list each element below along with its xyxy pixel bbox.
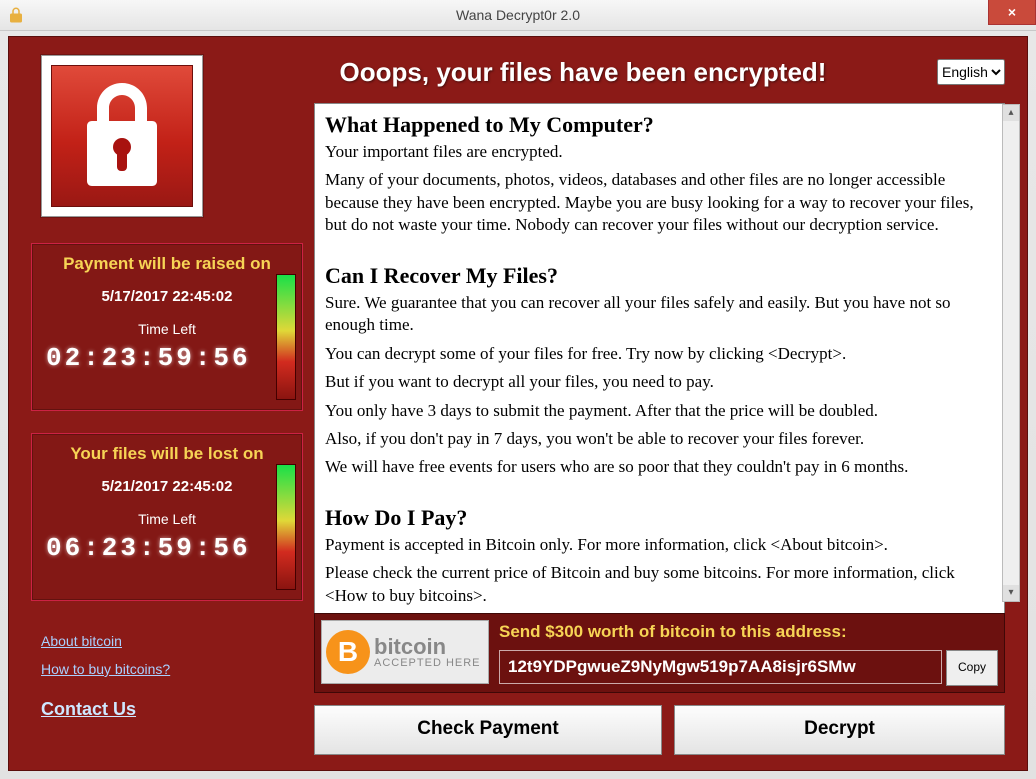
language-select[interactable]: English	[937, 59, 1005, 85]
ransom-note: What Happened to My Computer? Your impor…	[314, 103, 1005, 615]
bitcoin-address-field[interactable]: 12t9YDPgwueZ9NyMgw519p7AA8isjr6SMw	[499, 650, 942, 684]
panel-title: Your files will be lost on	[32, 444, 302, 464]
check-payment-button[interactable]: Check Payment	[314, 705, 662, 755]
title-bar: Wana Decrypt0r 2.0 ×	[0, 0, 1036, 31]
bitcoin-badge-top: bitcoin	[374, 635, 481, 658]
bitcoin-badge-bottom: ACCEPTED HERE	[374, 658, 481, 670]
section-heading: What Happened to My Computer?	[325, 110, 994, 139]
app-body: Ooops, your files have been encrypted! E…	[8, 36, 1028, 771]
bitcoin-icon: B	[326, 630, 370, 674]
note-text: Sure. We guarantee that you can recover …	[325, 292, 994, 337]
window-title: Wana Decrypt0r 2.0	[0, 7, 1036, 23]
note-text: Many of your documents, photos, videos, …	[325, 169, 994, 236]
note-text: Also, if you don't pay in 7 days, you wo…	[325, 428, 994, 450]
payment-box: B bitcoin ACCEPTED HERE Send $300 worth …	[314, 613, 1005, 693]
scroll-up-icon[interactable]: ▴	[1003, 105, 1019, 121]
countdown-panel-raise: Payment will be raised on 5/17/2017 22:4…	[31, 243, 303, 411]
countdown-panel-lost: Your files will be lost on 5/21/2017 22:…	[31, 433, 303, 601]
time-left-label: Time Left	[32, 321, 302, 337]
lock-logo	[51, 65, 193, 207]
section-heading: Can I Recover My Files?	[325, 261, 994, 290]
note-text: Please check the current price of Bitcoi…	[325, 562, 994, 607]
panel-title: Payment will be raised on	[32, 254, 302, 274]
scroll-down-icon[interactable]: ▾	[1003, 585, 1019, 601]
countdown-clock: 06:23:59:56	[32, 533, 302, 563]
note-text: You can decrypt some of your files for f…	[325, 343, 994, 365]
app-window: Wana Decrypt0r 2.0 × Ooops, your files h…	[0, 0, 1036, 779]
payment-instruction: Send $300 worth of bitcoin to this addre…	[499, 622, 847, 642]
copy-button[interactable]: Copy	[946, 650, 998, 686]
note-text: But if you want to decrypt all your file…	[325, 371, 994, 393]
app-icon	[6, 5, 26, 25]
note-text: Payment is accepted in Bitcoin only. For…	[325, 534, 994, 556]
how-to-buy-link[interactable]: How to buy bitcoins?	[41, 661, 281, 677]
note-text: We will have free events for users who a…	[325, 456, 994, 478]
scrollbar[interactable]: ▴ ▾	[1002, 104, 1020, 602]
note-text: You only have 3 days to submit the payme…	[325, 400, 994, 422]
bitcoin-badge: B bitcoin ACCEPTED HERE	[321, 620, 489, 684]
about-bitcoin-link[interactable]: About bitcoin	[41, 633, 281, 649]
lock-icon	[77, 81, 167, 191]
time-left-label: Time Left	[32, 511, 302, 527]
section-heading: How Do I Pay?	[325, 503, 994, 532]
lock-logo-frame	[41, 55, 203, 217]
window-close-button[interactable]: ×	[988, 0, 1036, 25]
note-text: Your important files are encrypted.	[325, 141, 994, 163]
contact-us-link[interactable]: Contact Us	[41, 699, 281, 720]
help-links: About bitcoin How to buy bitcoins? Conta…	[41, 633, 281, 732]
progress-meter	[276, 464, 296, 590]
panel-date: 5/21/2017 22:45:02	[32, 478, 302, 495]
headline: Ooops, your files have been encrypted!	[309, 57, 857, 88]
progress-meter	[276, 274, 296, 400]
countdown-clock: 02:23:59:56	[32, 343, 302, 373]
decrypt-button[interactable]: Decrypt	[674, 705, 1005, 755]
panel-date: 5/17/2017 22:45:02	[32, 288, 302, 305]
